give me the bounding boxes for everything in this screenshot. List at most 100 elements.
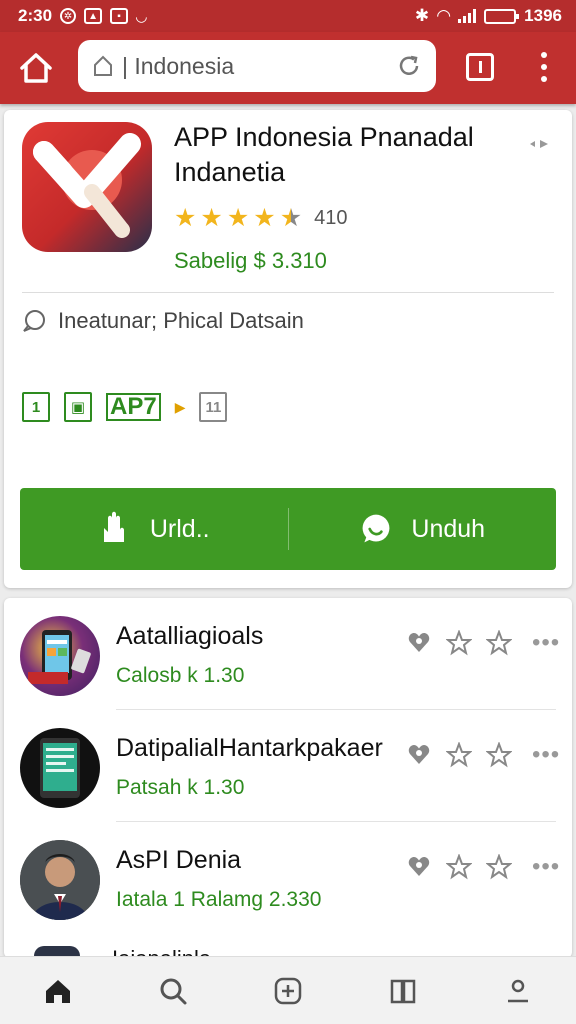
- home-button[interactable]: [16, 50, 56, 86]
- heart-icon[interactable]: [406, 742, 432, 768]
- status-right: ✱ ◠ 1396: [415, 6, 562, 26]
- nav-library[interactable]: [383, 971, 423, 1011]
- whatsapp-icon: [362, 514, 390, 543]
- app-detail-card: APP Indonesia Pnanadal Indanetia ★ ★ ★ ★…: [4, 110, 572, 588]
- bluetooth-icon: ✱: [414, 6, 430, 25]
- related-apps-list: Aatalliagioals Calosb k 1.30 ••• Datipal…: [4, 598, 572, 958]
- peek-avatar: [34, 946, 80, 956]
- star-outline-icon[interactable]: [486, 854, 512, 880]
- menu-dot: [541, 64, 547, 70]
- star-outline-icon[interactable]: [486, 630, 512, 656]
- list-item-title: DatipalialHantarkpakaer: [116, 734, 383, 762]
- tabs-button[interactable]: [466, 53, 494, 81]
- book-icon: [390, 979, 416, 1003]
- nav-add[interactable]: [268, 971, 308, 1011]
- battery-text: 1396: [524, 6, 562, 25]
- half-star-icon: ★: [279, 204, 303, 232]
- app-icon[interactable]: [22, 122, 152, 252]
- arrow-right-icon: ▶: [174, 398, 186, 415]
- app-logo-icon: [33, 133, 141, 238]
- list-item-subtitle: Calosb k 1.30: [116, 664, 245, 687]
- reload-icon[interactable]: [396, 53, 422, 79]
- download-left-label: Urld..: [149, 514, 210, 543]
- list-item-subtitle: Patsah k 1.30: [116, 776, 245, 799]
- download-bar: Urld.. Unduh: [20, 488, 556, 570]
- calendar-badge: 11: [199, 392, 228, 422]
- more-icon[interactable]: •••: [532, 631, 560, 655]
- home-icon: [20, 53, 52, 83]
- messenger-notification-icon: ◡: [136, 7, 147, 24]
- badge-rating: 1: [22, 392, 50, 422]
- star-outline-icon[interactable]: [486, 742, 512, 768]
- status-left: 2:30 ✲ ▲ ▪ ◡: [18, 6, 147, 26]
- overflow-menu-button[interactable]: [536, 52, 552, 82]
- wifi-icon: ◠: [437, 6, 451, 25]
- add-icon: [274, 977, 302, 1004]
- star-icon: ★: [226, 204, 250, 232]
- nav-profile[interactable]: [498, 971, 538, 1011]
- person-photo-icon: [20, 840, 100, 920]
- share-icon[interactable]: [526, 136, 556, 152]
- app-notification-icon: ▲: [84, 8, 103, 24]
- settings-notification-icon: ✲: [60, 8, 77, 24]
- menu-dot: [541, 76, 547, 82]
- list-item-actions: •••: [406, 742, 560, 768]
- url-text[interactable]: | Indonesia: [122, 53, 396, 80]
- list-item[interactable]: AsPI Denia Iatala 1 Ralamg 2.330 •••: [4, 822, 572, 934]
- bottom-navigation: [0, 956, 576, 1024]
- search-icon: [160, 978, 187, 1004]
- chat-info-icon: [23, 310, 45, 332]
- list-item-title: AsPI Denia: [116, 846, 242, 874]
- info-row: Ineatunar; Phical Datsain: [22, 308, 304, 334]
- list-item-actions: •••: [406, 854, 560, 880]
- hand-icon: [103, 511, 124, 542]
- list-item-actions: •••: [406, 630, 560, 656]
- nav-search[interactable]: [153, 971, 193, 1011]
- url-bar[interactable]: | Indonesia: [78, 40, 436, 92]
- download-left-button[interactable]: Urld..: [20, 488, 288, 570]
- divider: [22, 292, 554, 293]
- heart-icon[interactable]: [406, 854, 432, 880]
- app-seller: Sabelig $ 3.310: [174, 248, 327, 273]
- list-item-title: Aatalliagioals: [116, 622, 264, 650]
- tabs-icon: [478, 61, 482, 73]
- app-avatar: [20, 728, 100, 808]
- star-icon: ★: [174, 204, 197, 232]
- list-item-subtitle: Iatala 1 Ralamg 2.330: [116, 888, 322, 911]
- app-avatar: [20, 616, 100, 696]
- apk-badge-text: AP7: [106, 393, 161, 421]
- star-outline-icon[interactable]: [446, 742, 472, 768]
- menu-dot: [541, 52, 547, 58]
- profile-icon: [508, 979, 529, 1002]
- more-icon[interactable]: •••: [532, 743, 560, 767]
- apk-badge: AP7: [106, 393, 161, 421]
- tablet-app-icon: [40, 738, 80, 798]
- home-icon: [45, 979, 70, 1003]
- download-right-button[interactable]: Unduh: [289, 488, 557, 570]
- download-right-label: Unduh: [411, 514, 486, 543]
- status-bar: 2:30 ✲ ▲ ▪ ◡ ✱ ◠ 1396: [0, 0, 576, 32]
- list-item[interactable]: Aatalliagioals Calosb k 1.30 •••: [4, 598, 572, 710]
- rating-row: ★ ★ ★ ★ ★ 410: [174, 206, 347, 231]
- info-text: Ineatunar; Phical Datsain: [58, 308, 304, 333]
- more-icon[interactable]: •••: [532, 855, 560, 879]
- star-icon: ★: [253, 204, 276, 232]
- star-outline-icon[interactable]: [446, 854, 472, 880]
- star-icon: ★: [200, 204, 223, 232]
- signal-icon: [458, 9, 477, 23]
- battery-icon: [484, 8, 520, 24]
- photo-notification-icon: ▪: [110, 8, 129, 24]
- browser-toolbar: | Indonesia: [0, 32, 576, 104]
- list-item[interactable]: DatipalialHantarkpakaer Patsah k 1.30 ••…: [4, 710, 572, 822]
- star-outline-icon[interactable]: [446, 630, 472, 656]
- app-avatar: [20, 840, 100, 920]
- status-time: 2:30: [18, 6, 53, 25]
- nav-home[interactable]: [38, 971, 78, 1011]
- app-title: APP Indonesia Pnanadal Indanetia: [174, 122, 474, 187]
- page-icon: [94, 55, 112, 76]
- phone-app-icon: [28, 630, 91, 684]
- app-badges: 1 ▣ AP7 ▶ 11: [22, 392, 228, 422]
- image-badge-icon: ▣: [64, 392, 92, 422]
- heart-icon[interactable]: [406, 630, 432, 656]
- rating-count: 410: [314, 207, 348, 229]
